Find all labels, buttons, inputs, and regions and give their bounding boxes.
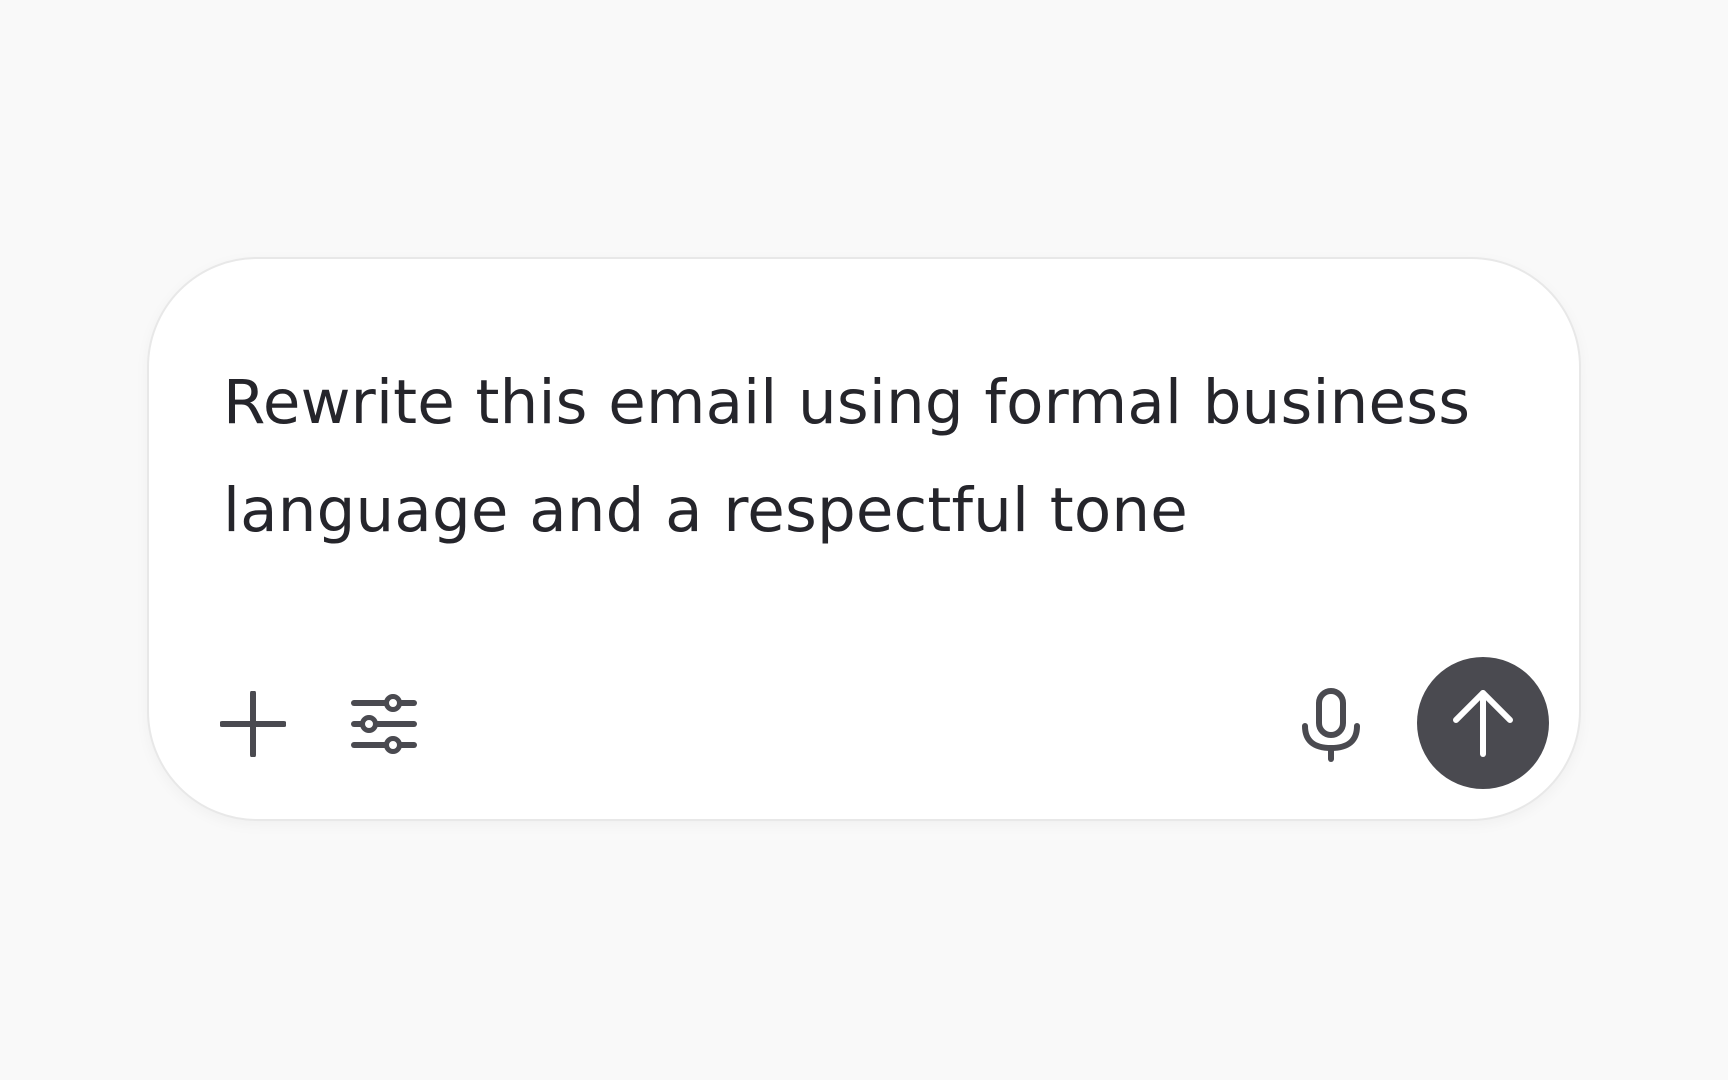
arrow-up-icon — [1451, 688, 1515, 758]
chat-composer: Rewrite this email using formal business… — [147, 257, 1581, 821]
add-attachment-button[interactable] — [219, 690, 287, 758]
tools-button[interactable] — [349, 690, 419, 758]
sliders-icon — [351, 691, 417, 757]
plus-icon — [220, 691, 286, 757]
send-button[interactable] — [1417, 657, 1549, 789]
prompt-input[interactable]: Rewrite this email using formal business… — [223, 349, 1523, 565]
microphone-icon — [1300, 688, 1362, 762]
voice-input-button[interactable] — [1299, 687, 1363, 763]
